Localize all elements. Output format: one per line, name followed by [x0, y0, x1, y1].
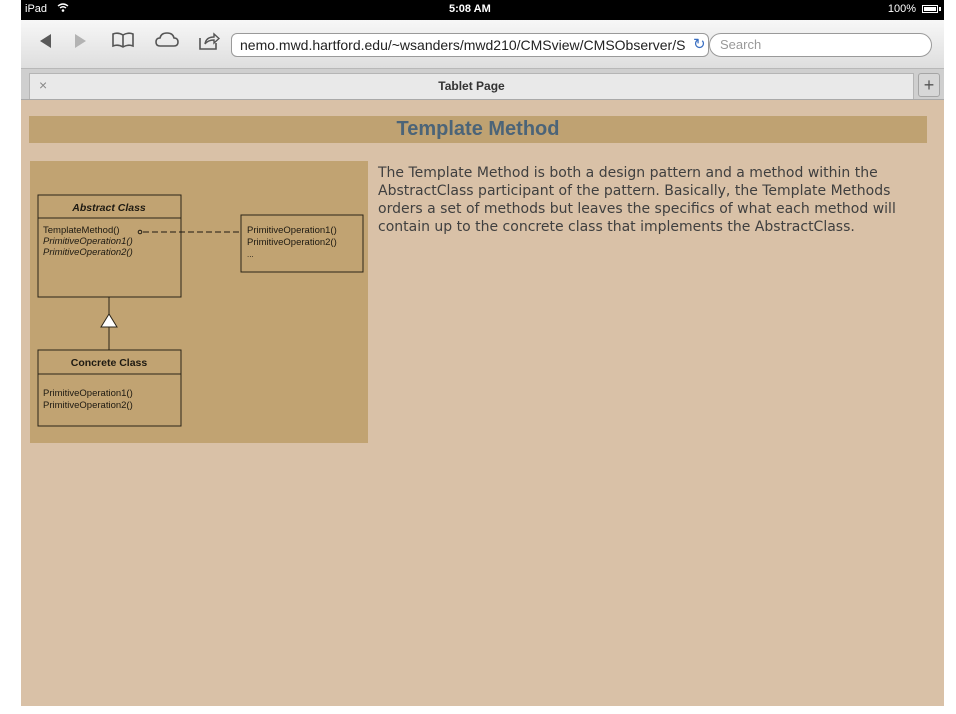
reload-icon[interactable]: ↻: [693, 35, 708, 55]
battery-percent: 100%: [887, 3, 916, 15]
note-line-1: PrimitiveOperation1(): [247, 225, 337, 236]
tab-tablet-page[interactable]: × Tablet Page: [29, 73, 914, 99]
uml-diagram: Abstract Class TemplateMethod() Primitiv…: [30, 161, 368, 443]
bookmarks-icon[interactable]: [109, 32, 137, 56]
back-icon[interactable]: [31, 32, 59, 56]
concrete-op-primitive2: PrimitiveOperation2(): [43, 400, 133, 411]
new-tab-button[interactable]: +: [918, 73, 940, 97]
note-line-3: ...: [247, 250, 254, 259]
concrete-class-title: Concrete Class: [71, 357, 148, 369]
search-field[interactable]: Search: [709, 33, 932, 57]
ipad-screen: iPad 5:08 AM 100% nemo.mwd.hartford.edu/…: [21, 0, 944, 706]
tab-title: Tablet Page: [438, 79, 505, 93]
forward-icon[interactable]: [67, 32, 95, 56]
inheritance-arrow: [100, 313, 118, 328]
battery-tip-icon: [939, 7, 941, 11]
url-text: nemo.mwd.hartford.edu/~wsanders/mwd210/C…: [240, 37, 686, 53]
description-text: The Template Method is both a design pat…: [378, 165, 896, 235]
note-line-2: PrimitiveOperation2(): [247, 237, 337, 248]
wifi-icon: [57, 3, 69, 16]
tab-bar: × Tablet Page +: [21, 69, 944, 100]
status-bar: iPad 5:08 AM 100%: [21, 0, 944, 20]
heading-bar: Template Method: [29, 116, 927, 143]
share-icon[interactable]: [195, 32, 223, 56]
clock: 5:08 AM: [449, 3, 491, 15]
abstract-op-template: TemplateMethod(): [43, 225, 120, 236]
note-anchor-circle: [137, 229, 143, 235]
carrier-label: iPad: [25, 3, 48, 15]
page-title: Template Method: [396, 118, 560, 140]
abstract-op-primitive1: PrimitiveOperation1(): [43, 236, 133, 247]
browser-toolbar: nemo.mwd.hartford.edu/~wsanders/mwd210/C…: [21, 20, 944, 69]
abstract-class-title: Abstract Class: [71, 202, 146, 214]
web-page: Template Method Abstract Class TemplateM…: [21, 100, 944, 706]
search-placeholder: Search: [720, 37, 762, 52]
address-bar[interactable]: nemo.mwd.hartford.edu/~wsanders/mwd210/C…: [231, 33, 709, 57]
abstract-op-primitive2: PrimitiveOperation2(): [43, 247, 133, 258]
icloud-icon[interactable]: [153, 32, 181, 56]
concrete-op-primitive1: PrimitiveOperation1(): [43, 388, 133, 399]
battery-icon: [922, 5, 938, 13]
